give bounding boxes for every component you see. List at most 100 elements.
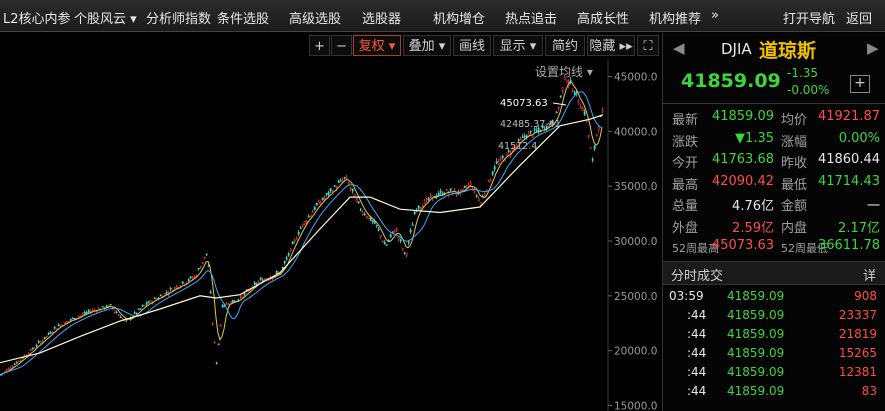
- quote-panel: ◀ DJIA 道琼斯 ▶ 41859.09 -1.35 -0.00% + 最新 4…: [662, 33, 885, 411]
- draw-line-button[interactable]: 画线: [453, 35, 491, 56]
- trades-divider: [663, 284, 885, 285]
- candle-body: [497, 161, 500, 164]
- candle-body: [173, 287, 176, 289]
- candle-body: [367, 216, 370, 219]
- stat-label: 均价: [781, 113, 808, 128]
- nav-stock-risk[interactable]: 个股风云 ▾: [74, 8, 137, 27]
- candle-body: [137, 308, 140, 310]
- candle-body: [55, 327, 58, 330]
- candle-body: [7, 367, 10, 370]
- trade-volume: 21819: [838, 327, 877, 341]
- candle-body: [141, 305, 144, 307]
- open-nav-button[interactable]: 打开导航: [783, 8, 835, 27]
- candle-body: [153, 297, 156, 300]
- candle-body: [369, 217, 372, 221]
- nav-high-growth[interactable]: 高成长性: [577, 8, 629, 27]
- fuquan-dropdown[interactable]: 复权 ▾: [353, 35, 401, 56]
- candle-body: [579, 106, 582, 110]
- last-price: 41859.09: [681, 70, 781, 92]
- trade-volume: 23337: [838, 308, 877, 322]
- candle-body: [485, 189, 488, 191]
- candle-body: [109, 303, 112, 306]
- candle-body: [299, 227, 302, 229]
- next-arrow-icon[interactable]: ▶: [867, 39, 879, 57]
- overlay-dropdown[interactable]: 叠加 ▾: [403, 35, 451, 56]
- candle-body: [5, 369, 8, 372]
- trades-detail-button[interactable]: 详: [863, 265, 876, 284]
- nav-inst-increase[interactable]: 机构增仓: [433, 8, 485, 27]
- back-button[interactable]: 返回: [846, 8, 872, 27]
- candle-body: [291, 241, 294, 245]
- candle-body: [297, 231, 300, 235]
- zoom-in-button[interactable]: +: [309, 35, 330, 56]
- stat-label: 总量: [672, 199, 699, 214]
- candle-body: [275, 270, 278, 274]
- candle-body: [411, 224, 414, 226]
- candle-body: [63, 321, 66, 324]
- candle-body: [593, 145, 596, 149]
- candle-body: [557, 107, 560, 109]
- candle-body: [47, 332, 50, 335]
- candle-body: [115, 311, 118, 314]
- add-watchlist-icon[interactable]: +: [850, 75, 870, 93]
- candle-body: [309, 214, 312, 217]
- candle-body: [71, 317, 74, 319]
- candle-body: [43, 337, 46, 339]
- candle-body: [119, 316, 122, 319]
- prev-arrow-icon[interactable]: ◀: [673, 39, 685, 57]
- chart-toolbar: + − 复权 ▾ 叠加 ▾ 画线 显示 ▾ 简约 隐藏 ▸▸ ⛶: [0, 33, 662, 59]
- zoom-out-button[interactable]: −: [331, 35, 352, 56]
- display-dropdown[interactable]: 显示 ▾: [493, 35, 543, 56]
- candle-body: [255, 283, 258, 285]
- candle-body: [69, 319, 72, 321]
- nav-analyst-index[interactable]: 分析师指数: [146, 8, 211, 27]
- candle-body: [283, 261, 286, 264]
- candle-body: [215, 362, 218, 364]
- nav-hotspot[interactable]: 热点追击: [505, 8, 557, 27]
- candle-body: [67, 320, 70, 323]
- candle-body: [361, 211, 364, 215]
- candle-body: [321, 197, 324, 201]
- candle-body: [113, 310, 116, 313]
- candle-body: [213, 341, 216, 344]
- candle-body: [17, 360, 20, 362]
- candle-body: [231, 299, 234, 303]
- candle-body: [327, 192, 330, 195]
- candle-body: [479, 202, 482, 206]
- candle-body: [529, 130, 532, 133]
- candle-body: [169, 287, 172, 290]
- nav-condition-picker[interactable]: 条件选股: [217, 8, 269, 27]
- candle-body: [561, 87, 564, 91]
- stat-label: 昨收: [781, 156, 808, 171]
- price-axis-label: 40000.0: [614, 126, 657, 138]
- nav-inst-recommend[interactable]: 机构推荐: [649, 8, 701, 27]
- trades-title: 分时成交: [671, 269, 724, 284]
- trade-volume: 83: [861, 384, 877, 398]
- price-change: -1.35: [787, 66, 819, 80]
- candle-body: [439, 190, 442, 193]
- candle-body: [253, 282, 256, 285]
- candle-body: [295, 238, 298, 241]
- price-axis-label: 20000.0: [614, 346, 657, 358]
- trades-header: 分时成交 详: [663, 262, 885, 284]
- candle-body: [393, 230, 396, 233]
- candle-body: [555, 111, 558, 114]
- nav-more-icon[interactable]: »: [711, 8, 719, 23]
- nav-l2-core[interactable]: L2核心内参: [3, 8, 71, 27]
- candle-body: [159, 294, 162, 297]
- candle-body: [143, 304, 146, 307]
- price-axis: 45000.0 40000.0 35000.0 30000.0 25000.0 20000…: [608, 71, 657, 411]
- candle-body: [359, 209, 362, 211]
- candle-body: [289, 248, 292, 251]
- hide-button[interactable]: 隐藏 ▸▸: [587, 35, 635, 56]
- nav-stock-picker[interactable]: 选股器: [362, 8, 401, 27]
- candlestick-chart[interactable]: 45000.0 40000.0 35000.0 30000.0 25000.0 20000…: [0, 60, 662, 411]
- annotation-high-line: [552, 102, 567, 106]
- candle-body: [419, 207, 422, 210]
- simple-button[interactable]: 简约: [545, 35, 585, 56]
- fullscreen-icon[interactable]: ⛶: [637, 35, 659, 56]
- candle-body: [467, 184, 470, 187]
- nav-advanced-picker[interactable]: 高级选股: [289, 8, 341, 27]
- stat-label: 金额: [781, 199, 808, 214]
- candle-body: [427, 197, 430, 200]
